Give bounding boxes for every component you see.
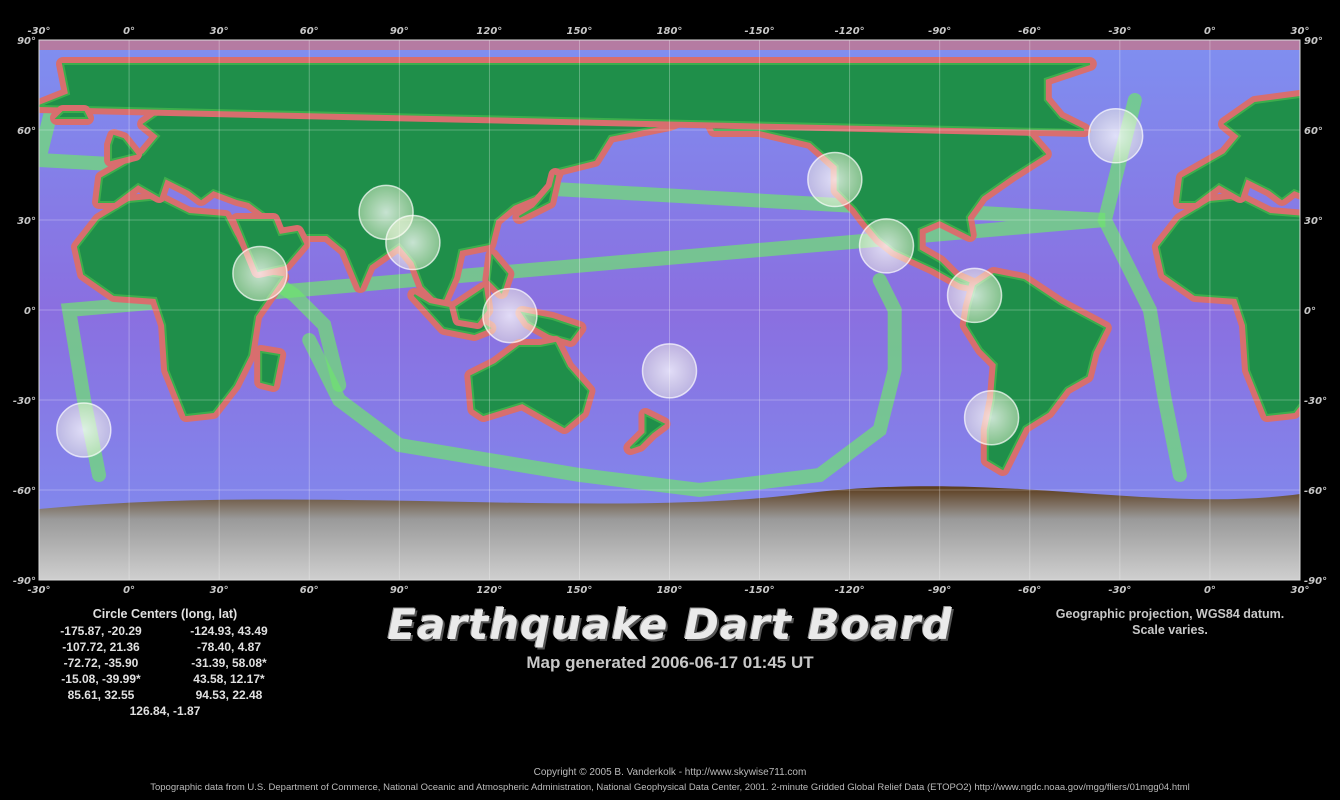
earthquake-circle (482, 287, 538, 344)
longitude-tick-label: 90° (390, 585, 409, 596)
longitude-tick-label: 60° (300, 26, 319, 37)
table-row: -72.72, -35.90 -31.39, 58.08* (40, 655, 290, 671)
latitude-tick-label: -30° (1304, 396, 1327, 407)
latitude-tick-label: 90° (1304, 36, 1323, 47)
latitude-tick-label: 30° (17, 216, 36, 227)
longitude-tick-label: 150° (566, 26, 592, 37)
circle-centers-table: Circle Centers (long, lat) -175.87, -20.… (40, 607, 290, 719)
longitude-tick-label: 120° (476, 585, 502, 596)
longitude-tick-label: -150° (745, 26, 775, 37)
center-coord: 94.53, 22.48 (195, 688, 263, 702)
longitude-tick-label: 30° (210, 26, 229, 37)
center-coord: -107.72, 21.36 (62, 640, 140, 654)
earthquake-circle (641, 343, 698, 399)
world-map: -30° -30° 0° 0° 30° 30° 60° 60° 90° 90° 120° 120° 15… (0, 0, 1340, 600)
latitude-tick-label: -90° (1304, 576, 1327, 587)
longitude-tick-label: 0° (1204, 26, 1216, 37)
longitude-tick-label: -90° (928, 26, 951, 37)
center-coord: 85.61, 32.55 (67, 688, 135, 702)
latitude-tick-label: 0° (1304, 306, 1316, 317)
latitude-tick-label: -60° (13, 486, 36, 497)
longitude-tick-label: -120° (835, 585, 865, 596)
earthquake-circle (963, 389, 1020, 446)
earthquake-circle (807, 151, 863, 208)
longitude-tick-label: 60° (300, 585, 319, 596)
page-title: Earthquake Dart Board (387, 600, 953, 649)
longitude-tick-label: 120° (476, 26, 502, 37)
longitude-tick-label: -120° (835, 26, 865, 37)
center-coord: -78.40, 4.87 (196, 640, 262, 654)
center-coord: 43.58, 12.17* (193, 672, 265, 686)
generated-timestamp: Map generated 2006-06-17 01:45 UT (526, 653, 814, 672)
scale-line: Scale varies. (1132, 623, 1208, 637)
latitude-tick-label: -30° (13, 396, 36, 407)
longitude-tick-label: -30° (1108, 585, 1131, 596)
center-coord: -15.08, -39.99* (61, 672, 141, 686)
earthquake-circle (232, 245, 288, 302)
center-coord: -124.93, 43.49 (190, 624, 268, 638)
latitude-tick-label: 60° (17, 126, 36, 137)
data-source-text: Topographic data from U.S. Department of… (150, 782, 1190, 793)
map-canvas: -30° -30° 0° 0° 30° 30° 60° 60° 90° 90° 120° 120° 15… (13, 26, 1327, 596)
longitude-tick-label: 150° (566, 585, 592, 596)
longitude-tick-label: -90° (928, 585, 951, 596)
longitude-tick-label: 180° (657, 26, 683, 37)
longitude-tick-label: -60° (1018, 585, 1041, 596)
center-coord: -31.39, 58.08* (191, 656, 267, 670)
table-row: -15.08, -39.99* 43.58, 12.17* (40, 671, 290, 687)
earthquake-circle (1087, 108, 1144, 164)
longitude-tick-label: 0° (1204, 585, 1216, 596)
longitude-tick-label: 0° (123, 26, 135, 37)
latitude-tick-label: -90° (13, 576, 36, 587)
projection-note: Geographic projection, WGS84 datum. Scal… (1030, 606, 1310, 638)
circle-centers-header: Circle Centers (long, lat) (92, 607, 238, 621)
longitude-tick-label: -60° (1018, 26, 1041, 37)
longitude-tick-label: -30° (1108, 26, 1131, 37)
earthquake-circle (385, 214, 441, 271)
earthquake-circle (946, 267, 1003, 324)
latitude-tick-label: 90° (17, 36, 36, 47)
longitude-tick-label: 30° (210, 585, 229, 596)
longitude-tick-label: 90° (390, 26, 409, 37)
longitude-tick-label: 0° (123, 585, 135, 596)
table-row: 85.61, 32.55 94.53, 22.48 (40, 687, 290, 703)
latitude-tick-label: -60° (1304, 486, 1327, 497)
center-coord: -175.87, -20.29 (60, 624, 142, 638)
projection-line: Geographic projection, WGS84 datum. (1055, 607, 1285, 621)
center-coord: 126.84, -1.87 (129, 704, 201, 718)
longitude-tick-label: -150° (745, 585, 775, 596)
earthquake-circle (858, 218, 915, 274)
latitude-tick-label: 0° (24, 306, 36, 317)
latitude-tick-label: 30° (1304, 216, 1323, 227)
earthquake-circle (56, 402, 112, 458)
table-row: -107.72, 21.36 -78.40, 4.87 (40, 639, 290, 655)
table-row: -175.87, -20.29 -124.93, 43.49 (40, 623, 290, 639)
latitude-tick-label: 60° (1304, 126, 1323, 137)
center-coord: -72.72, -35.90 (63, 656, 139, 670)
longitude-tick-label: 180° (657, 585, 683, 596)
iceland (54, 111, 89, 119)
copyright-text: Copyright © 2005 B. Vanderkolk - http://… (533, 767, 807, 778)
